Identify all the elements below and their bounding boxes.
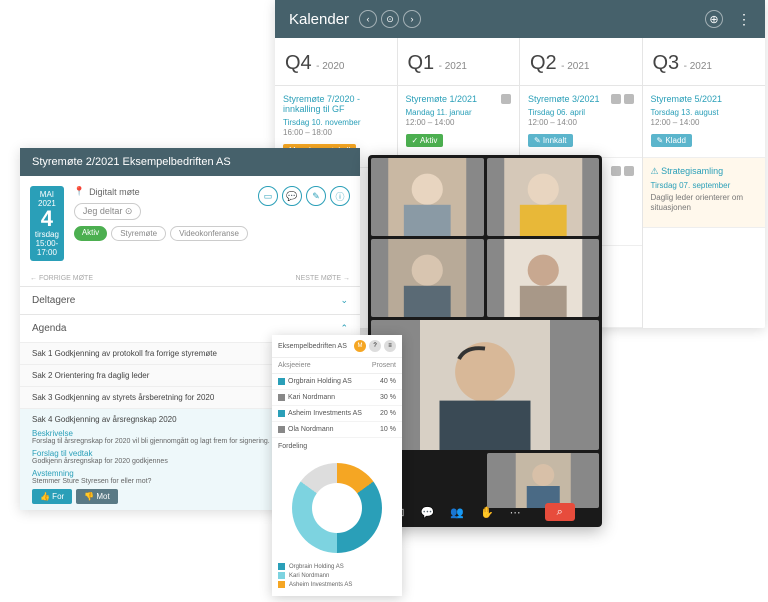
event-title: Styremøte 1/2021 [406,94,512,104]
q-year: - 2021 [561,61,589,72]
q-label: Q1 [408,52,435,74]
nav-today-icon[interactable]: ⊙ [381,10,399,28]
chip-video: Videokonferanse [170,226,248,241]
status-badge: ✓ Aktiv [406,134,444,147]
participants-icon[interactable]: 👥 [450,506,464,519]
add-icon[interactable]: ⊕ [705,10,723,28]
video-tile[interactable] [487,158,600,236]
event-date: Mandag 11. januar [406,108,512,117]
status-badge: ✎ Innkalt [528,134,573,147]
share-row[interactable]: Orgbrain Holding AS40 % [272,374,402,390]
swatch [278,572,285,579]
company-name: Eksempelbedriften AS [278,343,347,350]
card-icon [624,94,634,104]
more-icon[interactable]: ⋮ [737,11,751,28]
video-tile[interactable] [371,239,484,317]
repeat-icon [501,94,511,104]
prev-meeting[interactable]: ← FORRIGE MØTE [30,275,93,282]
edit-icon[interactable]: ✎ [306,186,326,206]
nav-prev-icon[interactable]: ‹ [359,10,377,28]
building-icon [278,410,285,417]
attend-chip[interactable]: Jeg deltar ⊙ [74,203,142,220]
event-date: Tirsdag 06. april [528,108,634,117]
calendar-header: Kalender ‹ ⊙ › ⊕ ⋮ [275,0,765,38]
flag-icon [611,94,621,104]
section-participants[interactable]: Deltagere⌄ [20,286,360,314]
nav-next-icon[interactable]: › [403,10,421,28]
vote-for-button[interactable]: 👍 For [32,489,72,504]
video-toolbar: ⊡ 💬 👥 ✋ ⋯ ⌕ [371,500,599,524]
event-title: ⚠ Strategisamling [651,166,758,177]
flag-icon [611,166,621,176]
next-meeting[interactable]: NESTE MØTE → [296,275,350,282]
help-icon[interactable]: ? [369,340,381,352]
event-title: Styremøte 5/2021 [651,94,758,104]
share-row[interactable]: Asheim Investments AS20 % [272,406,402,422]
chart-legend: Orgbrain Holding AS Kari Nordmann Asheim… [272,561,402,596]
q-year: - 2020 [316,61,344,72]
person-icon [278,426,285,433]
date-time: 15:00-17:00 [34,239,60,257]
date-box: MAI 2021 4 tirsdag 15:00-17:00 [30,186,64,261]
event-date: Tirsdag 10. november [283,118,389,127]
share-row[interactable]: Kari Nordmann30 % [272,390,402,406]
event-title: Styremøte 7/2020 - innkalling til GF [283,94,389,114]
q-label: Q4 [285,52,312,74]
card-icon [624,166,634,176]
donut-chart [292,463,382,553]
col-header: Aksjeeiere [278,362,311,369]
chevron-up-icon: ⌃ [340,323,348,334]
video-tile-main[interactable] [371,320,599,450]
section-title: Fordeling [272,438,402,455]
chat-icon[interactable]: 💬 [282,186,302,206]
more-icon[interactable]: ⋯ [510,506,521,519]
shareholders-panel: Eksempelbedriften AS M?≡ Aksjeeiere Prose… [272,335,402,596]
video-tile[interactable] [487,453,600,508]
raise-hand-icon[interactable]: ✋ [480,506,494,519]
calendar-event[interactable]: ⚠ Strategisamling Tirsdag 07. september … [643,158,766,228]
event-desc: Daglig leder orienterer om situasjonen [651,193,758,214]
swatch [278,563,285,570]
calendar-event[interactable]: Styremøte 1/2021 Mandag 11. januar 12:00… [398,86,520,158]
event-time: 12:00 – 14:00 [406,118,512,127]
status-badge: ✎ Kladd [651,134,692,147]
q-label: Q3 [653,52,680,74]
video-icon[interactable]: ▭ [258,186,278,206]
chat-icon[interactable]: 💬 [421,506,435,519]
swatch [278,581,285,588]
calendar-title: Kalender [289,11,349,28]
chip-active: Aktiv [74,226,107,241]
avatar-icon[interactable]: M [354,340,366,352]
col-header: Prosent [372,362,396,369]
share-row[interactable]: Ola Nordmann10 % [272,422,402,438]
person-icon [278,394,285,401]
q-year: - 2021 [684,61,712,72]
event-date: Tirsdag 07. september [651,181,758,190]
location: 📍Digitalt møte [74,186,248,197]
chip-type: Styremøte [111,226,166,241]
pin-icon: 📍 [74,186,85,197]
info-icon[interactable]: ⓘ [330,186,350,206]
q-year: - 2021 [439,61,467,72]
menu-icon[interactable]: ≡ [384,340,396,352]
calendar-event[interactable]: Styremøte 3/2021 Tirsdag 06. april 12:00… [520,86,642,158]
date-day: 4 [34,208,60,230]
event-time: 12:00 – 14:00 [528,118,634,127]
hangup-button[interactable]: ⌕ [545,503,575,521]
calendar-event[interactable]: Styremøte 5/2021 Torsdag 13. august 12:0… [643,86,766,158]
meeting-header: Styremøte 2/2021 Eksempelbedriften AS [20,148,360,176]
video-tile[interactable] [487,239,600,317]
event-time: 12:00 – 14:00 [651,118,758,127]
vote-against-button[interactable]: 👎 Mot [76,489,118,504]
chevron-down-icon: ⌄ [340,295,348,306]
video-tile[interactable] [371,158,484,236]
event-time: 16:00 – 18:00 [283,128,389,137]
video-conference: ⊡ 💬 👥 ✋ ⋯ ⌕ [368,155,602,527]
event-date: Torsdag 13. august [651,108,758,117]
q-label: Q2 [530,52,557,74]
date-weekday: tirsdag [34,230,60,239]
building-icon [278,378,285,385]
calendar-nav: ‹ ⊙ › [359,10,421,28]
